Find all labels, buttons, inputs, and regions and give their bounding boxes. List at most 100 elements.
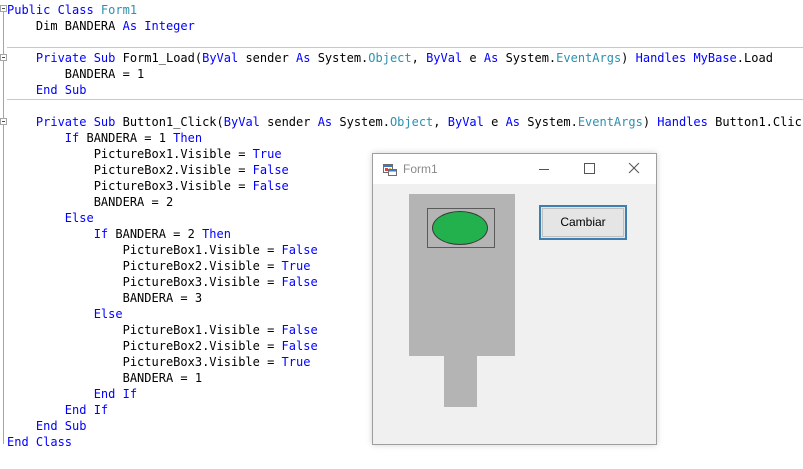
code-line[interactable]: PictureBox3.Visible = False [7,178,289,194]
code-token: PictureBox1.Visible = [7,323,282,337]
code-token: Dim BANDERA [7,19,123,33]
code-line[interactable]: PictureBox2.Visible = False [7,162,289,178]
form1-window[interactable]: Form1 Cambiar [372,153,657,445]
code-token: , [433,115,448,129]
code-token: ) [621,51,636,65]
traffic-light-pole [444,356,477,407]
code-line[interactable]: PictureBox3.Visible = True [7,354,311,370]
keyword-token: Then [202,227,231,241]
code-token: PictureBox1.Visible = [7,243,282,257]
minimize-button[interactable] [521,154,567,184]
collapse-class-icon[interactable] [0,5,7,12]
code-line[interactable]: End Sub [7,82,87,98]
code-line[interactable]: If BANDERA = 2 Then [7,226,231,242]
code-line[interactable]: BANDERA = 1 [7,370,202,386]
keyword-token: Private Sub [35,51,116,65]
keyword-token: Handles [657,115,708,129]
code-token: BANDERA = 2 [7,195,174,209]
type-token: EventArgs [556,51,622,65]
collapse-button-click-icon[interactable] [0,118,7,125]
collapse-form-load-icon[interactable] [0,54,7,61]
keyword-token: ByVal [223,115,260,129]
form-client-area: Cambiar [373,184,656,444]
code-token: PictureBox2.Visible = [7,339,282,353]
code-token: ) [642,115,658,129]
code-token: PictureBox1.Visible = [7,147,253,161]
close-icon [628,162,640,174]
code-token: .Load [736,51,773,65]
code-line[interactable]: If BANDERA = 1 Then [7,130,202,146]
keyword-token: True [252,147,282,161]
method-separator [7,47,803,48]
code-line[interactable]: BANDERA = 2 [7,194,173,210]
keyword-token: As [317,115,333,129]
code-token: sender [238,51,297,65]
keyword-token: True [281,259,311,273]
maximize-button[interactable] [566,154,612,184]
code-token: Form1_Load( [115,51,203,65]
code-line[interactable]: Public Class Form1 [7,2,137,18]
keyword-token: If [93,227,109,241]
code-token: BANDERA = 1 [79,131,174,145]
code-token: BANDERA = 1 [7,67,145,81]
keyword-token: False [281,243,318,257]
code-line[interactable]: PictureBox1.Visible = True [7,146,282,162]
keyword-token: As [505,115,521,129]
code-token: PictureBox3.Visible = [7,355,282,369]
keyword-token: Else [64,211,94,225]
keyword-token: True [281,355,311,369]
keyword-token: End Sub [35,83,87,97]
code-token: PictureBox3.Visible = [7,179,253,193]
code-line[interactable]: End Class [7,434,72,450]
code-line[interactable]: Else [7,306,123,322]
code-line[interactable]: Dim BANDERA As Integer [7,18,195,34]
code-line[interactable]: PictureBox1.Visible = False [7,242,318,258]
code-line[interactable]: End If [7,386,137,402]
code-token: Button1_Click( [115,115,224,129]
code-token: BANDERA = 1 [7,371,203,385]
code-token: BANDERA = 2 [108,227,203,241]
keyword-token: Integer [144,19,195,33]
keyword-token: Handles [635,51,687,65]
cambiar-button[interactable]: Cambiar [539,205,627,240]
code-line[interactable]: BANDERA = 3 [7,290,202,306]
title-bar[interactable]: Form1 [373,154,656,184]
code-line[interactable]: Private Sub Form1_Load(ByVal sender As S… [7,50,773,66]
minimize-icon [539,169,549,170]
code-token: System. [310,51,369,65]
green-light [432,211,488,245]
keyword-token: As [296,51,311,65]
code-line[interactable]: PictureBox1.Visible = False [7,322,318,338]
code-token: sender [259,115,318,129]
code-line[interactable]: PictureBox3.Visible = False [7,274,318,290]
code-line[interactable]: BANDERA = 1 [7,66,144,82]
keyword-token: End Sub [35,419,87,433]
close-button[interactable] [611,154,657,184]
code-line[interactable]: PictureBox2.Visible = True [7,258,311,274]
keyword-token: MyBase [693,51,737,65]
code-line[interactable]: PictureBox2.Visible = False [7,338,318,354]
keyword-token: As [122,19,138,33]
code-line[interactable]: Private Sub Button1_Click(ByVal sender A… [7,114,803,130]
keyword-token: False [252,163,289,177]
code-token: PictureBox3.Visible = [7,275,282,289]
keyword-token: Else [93,307,123,321]
code-token: PictureBox2.Visible = [7,163,253,177]
outline-guide [3,12,4,444]
code-line[interactable]: Else [7,210,94,226]
type-token: Form1 [100,3,138,17]
cambiar-button-label: Cambiar [560,215,606,229]
keyword-token: Private Sub [35,115,116,129]
code-line[interactable]: End Sub [7,418,87,434]
keyword-token: False [281,323,318,337]
code-line[interactable]: End If [7,402,108,418]
screen: Public Class Form1 Dim BANDERA As Intege… [0,0,803,469]
code-token: System. [332,115,390,129]
